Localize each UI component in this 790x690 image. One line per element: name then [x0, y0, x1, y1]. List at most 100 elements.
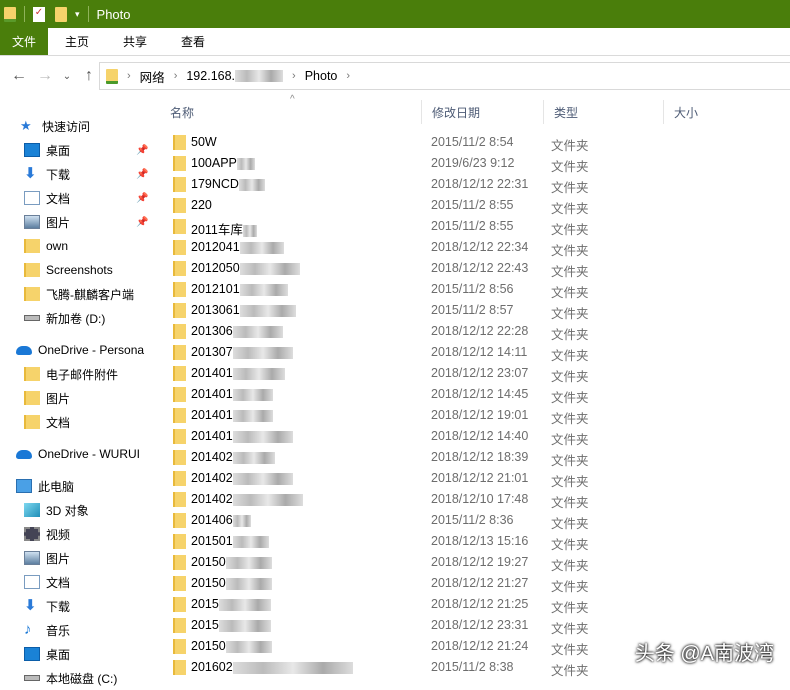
- sidebar-item-label: 音乐: [46, 623, 71, 638]
- pin-icon[interactable]: 📌: [136, 193, 148, 204]
- pin-icon[interactable]: 📌: [136, 217, 148, 228]
- file-type: 文件夹: [551, 391, 589, 405]
- sidebar-item[interactable]: ★ 快速访问: [0, 114, 152, 138]
- sidebar-item[interactable]: 图片 📌: [0, 210, 152, 234]
- file-row[interactable]: 201401 2018/12/12 14:40 文件夹: [160, 426, 790, 447]
- file-row[interactable]: 20150 2018/12/12 19:27 文件夹: [160, 552, 790, 573]
- file-row[interactable]: 179NCD 2018/12/12 22:31 文件夹: [160, 174, 790, 195]
- file-row[interactable]: 2013061 2015/11/2 8:57 文件夹: [160, 300, 790, 321]
- file-row[interactable]: 2015 2018/12/12 21:25 文件夹: [160, 594, 790, 615]
- file-row[interactable]: 201306 2018/12/12 22:28 文件夹: [160, 321, 790, 342]
- sidebar-item[interactable]: ⬇ 下载 📌: [0, 162, 152, 186]
- file-row[interactable]: 2012101 2015/11/2 8:56 文件夹: [160, 279, 790, 300]
- file-name: 201401: [191, 366, 285, 380]
- sidebar-item[interactable]: 文档 📌: [0, 186, 152, 210]
- file-row[interactable]: 201402 2018/12/10 17:48 文件夹: [160, 489, 790, 510]
- file-date: 2019/6/23 9:12: [431, 156, 515, 170]
- customize-toolbar-icon[interactable]: ▾: [75, 9, 80, 20]
- file-name: 2012041: [191, 240, 284, 254]
- chevron-right-icon[interactable]: ›: [346, 70, 350, 82]
- sidebar-item[interactable]: OneDrive - WURUI: [0, 442, 152, 466]
- file-row[interactable]: 201307 2018/12/12 14:11 文件夹: [160, 342, 790, 363]
- sidebar-item[interactable]: 图片: [0, 386, 152, 410]
- sidebar-item[interactable]: 此电脑: [0, 474, 152, 498]
- sidebar-item[interactable]: ⬇ 下载: [0, 594, 152, 618]
- file-row[interactable]: 201406 2015/11/2 8:36 文件夹: [160, 510, 790, 531]
- file-row[interactable]: 220 2015/11/2 8:55 文件夹: [160, 195, 790, 216]
- sidebar-item[interactable]: 视频: [0, 522, 152, 546]
- redacted-blur: [232, 388, 273, 401]
- chevron-right-icon[interactable]: ›: [292, 70, 296, 82]
- chevron-right-icon[interactable]: ›: [127, 70, 131, 82]
- sidebar-item[interactable]: 图片: [0, 546, 152, 570]
- file-row[interactable]: 50W 2015/11/2 8:54 文件夹: [160, 132, 790, 153]
- sidebar-item[interactable]: 文档: [0, 570, 152, 594]
- file-type: 文件夹: [551, 286, 589, 300]
- redacted-blur: [239, 262, 300, 275]
- crumb-host[interactable]: 192.168.: [186, 69, 235, 83]
- file-row[interactable]: 2012041 2018/12/12 22:34 文件夹: [160, 237, 790, 258]
- file-date: 2018/12/12 14:45: [431, 387, 529, 401]
- tab-file[interactable]: 文件: [0, 28, 49, 55]
- sidebar-item[interactable]: 桌面: [0, 642, 152, 666]
- file-type: 文件夹: [551, 433, 589, 447]
- sidebar-item[interactable]: ♪ 音乐: [0, 618, 152, 642]
- column-name[interactable]: 名称: [160, 100, 422, 124]
- sidebar-item[interactable]: 电子邮件附件: [0, 362, 152, 386]
- sidebar-item[interactable]: 桌面 📌: [0, 138, 152, 162]
- folder-icon: [173, 345, 186, 360]
- pin-icon[interactable]: 📌: [136, 145, 148, 156]
- file-date: 2018/12/12 18:39: [431, 450, 529, 464]
- tab-home[interactable]: 主页: [48, 28, 106, 55]
- file-row[interactable]: 2015 2018/12/12 23:31 文件夹: [160, 615, 790, 636]
- redacted-blur: [232, 514, 251, 527]
- file-row[interactable]: 2012050 2018/12/12 22:43 文件夹: [160, 258, 790, 279]
- sidebar-item-label: 下载: [46, 167, 71, 182]
- file-row[interactable]: 201401 2018/12/12 19:01 文件夹: [160, 405, 790, 426]
- crumb-network[interactable]: 网络: [140, 67, 165, 86]
- file-row[interactable]: 201402 2018/12/12 18:39 文件夹: [160, 447, 790, 468]
- file-name: 201602: [191, 660, 353, 674]
- chevron-right-icon[interactable]: ›: [174, 70, 178, 82]
- column-date-modified[interactable]: 修改日期: [422, 100, 544, 124]
- back-arrow-icon[interactable]: ←: [6, 67, 32, 85]
- file-date: 2015/11/2 8:55: [431, 219, 514, 233]
- sidebar-item-label: 文档: [46, 415, 71, 430]
- file-row[interactable]: 201401 2018/12/12 23:07 文件夹: [160, 363, 790, 384]
- properties-icon[interactable]: ✓: [33, 6, 45, 22]
- column-size[interactable]: 大小: [664, 100, 784, 124]
- file-name-text: 20150: [191, 639, 226, 653]
- sidebar-item[interactable]: 本地磁盘 (C:): [0, 666, 152, 690]
- sidebar-item[interactable]: own: [0, 234, 152, 258]
- file-name: 201401: [191, 387, 273, 401]
- sidebar-item-label: OneDrive - Persona: [38, 343, 145, 357]
- sidebar-item[interactable]: 文档: [0, 410, 152, 434]
- column-header: ^ 名称 修改日期 类型 大小: [160, 94, 790, 124]
- file-date: 2015/11/2 8:57: [431, 303, 514, 317]
- pin-icon[interactable]: 📌: [136, 169, 148, 180]
- recent-locations-chevron-icon[interactable]: ⌄: [58, 71, 76, 82]
- file-row[interactable]: 2011车库 2015/11/2 8:55 文件夹: [160, 216, 790, 237]
- forward-arrow-icon[interactable]: →: [32, 67, 58, 85]
- redacted-blur: [232, 472, 293, 485]
- sidebar-item[interactable]: 新加卷 (D:): [0, 306, 152, 330]
- file-row[interactable]: 20150 2018/12/12 21:27 文件夹: [160, 573, 790, 594]
- sidebar-item[interactable]: OneDrive - Persona: [0, 338, 152, 362]
- folder-icon: [173, 324, 186, 339]
- new-folder-icon[interactable]: [55, 6, 67, 22]
- file-date: 2018/12/13 15:16: [431, 534, 529, 548]
- sidebar-item[interactable]: 3D 对象: [0, 498, 152, 522]
- sidebar-item[interactable]: Screenshots: [0, 258, 152, 282]
- column-type[interactable]: 类型: [544, 100, 664, 124]
- sidebar-item[interactable]: 飞腾-麒麟客户端: [0, 282, 152, 306]
- address-bar[interactable]: › 网络 › 192.168. › Photo ›: [99, 62, 790, 90]
- file-row[interactable]: 100APP 2019/6/23 9:12 文件夹: [160, 153, 790, 174]
- file-row[interactable]: 201501 2018/12/13 15:16 文件夹: [160, 531, 790, 552]
- file-name: 100APP: [191, 156, 255, 170]
- file-row[interactable]: 201401 2018/12/12 14:45 文件夹: [160, 384, 790, 405]
- tab-share[interactable]: 共享: [106, 28, 164, 55]
- crumb-photo[interactable]: Photo: [305, 69, 338, 83]
- file-name: 2012101: [191, 282, 288, 296]
- file-row[interactable]: 201402 2018/12/12 21:01 文件夹: [160, 468, 790, 489]
- tab-view[interactable]: 查看: [164, 28, 222, 55]
